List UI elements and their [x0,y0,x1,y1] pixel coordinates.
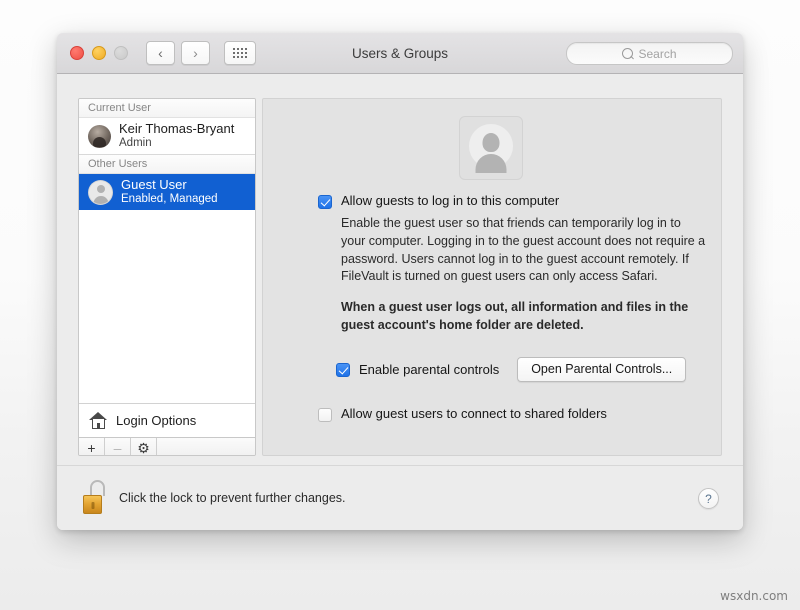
guest-user-avatar[interactable] [459,116,523,180]
traffic-light-group [70,46,128,60]
guest-warning: When a guest user logs out, all informat… [341,299,703,335]
user-row-guest[interactable]: Guest User Enabled, Managed [79,174,255,210]
zoom-button [114,46,128,60]
forward-button[interactable]: › [181,41,210,65]
window-body: Current User Keir Thomas-Bryant Admin Ot… [57,74,743,530]
remove-user-button: – [105,438,131,456]
enable-parental-controls-checkbox[interactable] [336,363,350,377]
group-header-current-user: Current User [79,99,255,118]
user-row-text: Guest User Enabled, Managed [121,178,218,206]
home-icon [89,412,108,429]
lock-icon[interactable] [83,480,109,514]
user-row-current[interactable]: Keir Thomas-Bryant Admin [79,118,255,154]
allow-guest-login-label: Allow guests to log in to this computer [341,193,559,208]
shared-folders-label: Allow guest users to connect to shared f… [341,406,607,421]
close-button[interactable] [70,46,84,60]
user-role: Admin [119,137,234,150]
guest-description: Enable the guest user so that friends ca… [341,215,707,286]
button-bar-filler [157,438,255,456]
allow-guest-login-checkbox[interactable] [318,195,332,209]
watermark: wsxdn.com [720,589,788,603]
avatar [88,125,111,148]
back-button[interactable]: ‹ [146,41,175,65]
user-list: Current User Keir Thomas-Bryant Admin Ot… [79,99,255,403]
users-and-groups-window: ‹ › Users & Groups Search Current User K… [57,33,743,530]
add-user-button[interactable]: + [79,438,105,456]
shared-folders-checkbox[interactable] [318,408,332,422]
enable-parental-controls-label: Enable parental controls [359,362,499,377]
open-parental-controls-button[interactable]: Open Parental Controls... [517,357,686,382]
sidebar-button-bar: + – ⚙ [79,437,255,456]
login-options-label: Login Options [116,413,196,428]
settings-rows: Allow guests to log in to this computer … [318,193,707,422]
grid-icon [233,48,247,58]
parental-controls-row: Enable parental controls Open Parental C… [336,357,707,382]
user-list-sidebar: Current User Keir Thomas-Bryant Admin Ot… [78,98,256,456]
group-header-other-users: Other Users [79,154,255,174]
search-icon [622,48,633,59]
show-all-button[interactable] [224,41,256,65]
lock-bar: Click the lock to prevent further change… [57,465,743,530]
user-row-text: Keir Thomas-Bryant Admin [119,122,234,150]
lock-message: Click the lock to prevent further change… [119,491,346,505]
guest-avatar-icon [88,180,113,205]
sidebar-item-login-options[interactable]: Login Options [79,403,255,437]
navigation-buttons: ‹ › [146,41,210,65]
minimize-button[interactable] [92,46,106,60]
allow-guest-login-row[interactable]: Allow guests to log in to this computer [318,193,707,209]
help-button[interactable]: ? [698,488,719,509]
user-status: Enabled, Managed [121,193,218,206]
guest-user-settings-pane: Allow guests to log in to this computer … [262,98,722,456]
window-titlebar: ‹ › Users & Groups Search [57,33,743,74]
search-input[interactable]: Search [566,42,733,65]
gear-icon[interactable]: ⚙ [131,438,157,456]
user-name: Guest User [121,178,218,193]
search-placeholder: Search [638,47,676,61]
shared-folders-row[interactable]: Allow guest users to connect to shared f… [318,406,707,422]
user-name: Keir Thomas-Bryant [119,122,234,137]
